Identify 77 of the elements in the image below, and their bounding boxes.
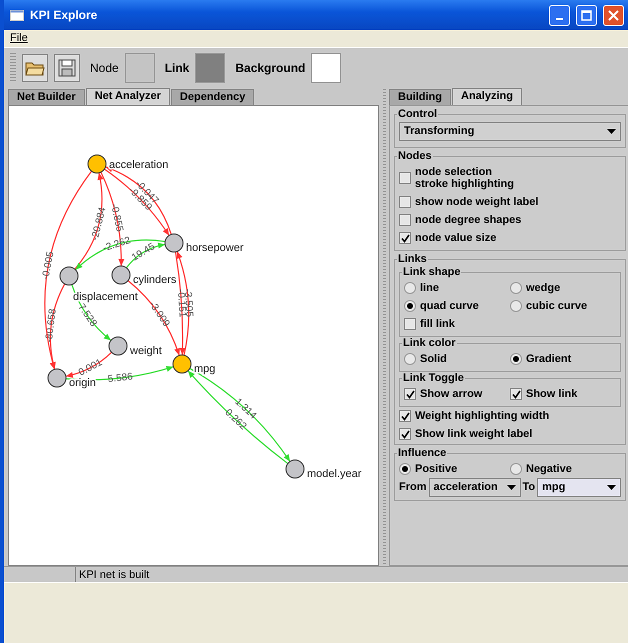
group-title: Influence: [397, 447, 448, 460]
swatch-label: Link: [164, 60, 190, 76]
open-button[interactable]: [22, 54, 48, 82]
checkbox[interactable]: node selection stroke highlighting: [399, 163, 621, 193]
checkbox[interactable]: fill link: [404, 315, 616, 333]
radio-button[interactable]: Solid: [404, 350, 510, 368]
node-label: model.year: [307, 468, 362, 480]
radio-button[interactable]: line: [404, 279, 510, 297]
group-title: Links: [397, 253, 428, 266]
node-label: acceleration: [109, 159, 168, 171]
caret-icon: [607, 129, 616, 134]
tab[interactable]: Analyzing: [452, 88, 522, 105]
maximize-button[interactable]: [576, 4, 597, 26]
checkbox[interactable]: Show link weight label: [399, 425, 621, 443]
node-label: origin: [69, 377, 96, 389]
radio-button[interactable]: wedge: [510, 279, 616, 297]
node-label: mpg: [194, 363, 216, 375]
from-label: From: [399, 480, 426, 496]
link-weight-label: -80.658: [44, 308, 59, 344]
checkbox[interactable]: show node weight label: [399, 193, 621, 211]
graph-node[interactable]: [172, 354, 192, 374]
group-title: Link Toggle: [402, 372, 465, 385]
group-title: Control: [397, 108, 438, 121]
minimize-button[interactable]: [549, 4, 570, 26]
caret-icon: [506, 485, 516, 490]
graph-node[interactable]: [60, 266, 78, 286]
window-icon: [10, 10, 24, 20]
radio-button[interactable]: Gradient: [510, 350, 616, 368]
save-button[interactable]: [54, 54, 80, 82]
radio-button[interactable]: Positive: [399, 460, 510, 478]
dropdown[interactable]: mpg: [537, 478, 621, 497]
status-message: KPI net is built: [78, 568, 150, 582]
close-icon: [608, 10, 619, 20]
link-weight-label: 0.001: [76, 357, 104, 379]
graph-node[interactable]: [48, 368, 66, 388]
dropdown[interactable]: acceleration: [428, 478, 520, 497]
checkbox[interactable]: node value size: [399, 229, 621, 247]
node-label: weight: [130, 345, 162, 357]
graph-node[interactable]: [286, 460, 304, 478]
checkbox[interactable]: Show arrow: [404, 385, 510, 403]
graph-node[interactable]: [108, 336, 128, 356]
link-weight-label: -0.005: [40, 250, 56, 281]
group-title: Link shape: [402, 266, 462, 279]
checkbox[interactable]: Weight highlighting width: [399, 407, 621, 425]
swatch-label: Background: [235, 60, 306, 76]
color-swatch-button[interactable]: [311, 52, 342, 82]
graph-node[interactable]: [164, 234, 184, 252]
swatch-label: Node: [90, 60, 119, 76]
graph-node[interactable]: [112, 266, 130, 284]
radio-button[interactable]: quad curve: [404, 297, 510, 315]
link-weight-label: 5.586: [107, 371, 134, 386]
maximize-icon: [581, 10, 592, 20]
tab[interactable]: Net Builder: [8, 89, 85, 105]
window-title: KPI Explore: [30, 7, 98, 24]
link-weight-label: -0.151: [174, 288, 188, 318]
color-swatch-button[interactable]: [124, 52, 155, 82]
group-title: Link color: [402, 337, 457, 350]
node-label: horsepower: [186, 242, 244, 254]
dropdown[interactable]: Transforming: [399, 122, 621, 141]
link-weight-label: -0.855: [108, 202, 125, 233]
minimize-icon: [556, 18, 563, 20]
radio-button[interactable]: Negative: [510, 460, 621, 478]
group-title: Nodes: [397, 150, 433, 163]
caret-icon: [607, 485, 616, 490]
color-swatch-button[interactable]: [195, 52, 226, 82]
node-label: cylinders: [133, 274, 176, 286]
folder-icon: [25, 60, 45, 76]
close-button[interactable]: [603, 4, 624, 26]
tab[interactable]: Dependency: [170, 89, 254, 105]
radio-button[interactable]: cubic curve: [510, 297, 616, 315]
checkbox[interactable]: node degree shapes: [399, 211, 621, 229]
tab[interactable]: Building: [389, 89, 451, 105]
menu-item[interactable]: File: [10, 30, 28, 47]
to-label: To: [522, 480, 536, 496]
tab[interactable]: Net Analyzer: [86, 88, 170, 105]
graph-node[interactable]: [88, 154, 106, 174]
checkbox[interactable]: Show link: [510, 385, 616, 403]
